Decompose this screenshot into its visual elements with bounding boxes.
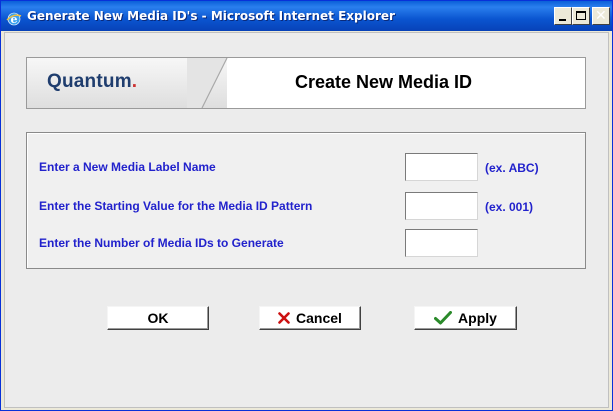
quantum-logo: Quantum. — [47, 71, 137, 93]
apply-button[interactable]: Apply — [414, 306, 517, 330]
window-controls: ✕ — [554, 7, 610, 25]
ie-icon: e — [6, 8, 22, 26]
media-id-form: Enter a New Media Label Name (ex. ABC) E… — [26, 132, 586, 269]
count-row: Enter the Number of Media IDs to Generat… — [39, 229, 579, 257]
header-banner: Quantum. Create New Media ID — [26, 57, 586, 109]
count-input[interactable] — [405, 229, 478, 257]
page-content: Quantum. Create New Media ID Enter a New… — [4, 32, 609, 408]
apply-label: Apply — [458, 310, 497, 326]
label-name-label: Enter a New Media Label Name — [39, 160, 216, 174]
window-title: Generate New Media ID's - Microsoft Inte… — [27, 9, 395, 23]
maximize-icon — [576, 11, 586, 20]
label-name-row: Enter a New Media Label Name (ex. ABC) — [39, 153, 579, 181]
title-bar[interactable]: e Generate New Media ID's - Microsoft In… — [1, 1, 612, 31]
minimize-button[interactable] — [554, 7, 572, 25]
browser-window: e Generate New Media ID's - Microsoft In… — [0, 0, 613, 411]
maximize-button[interactable] — [572, 7, 590, 25]
ok-label: OK — [147, 310, 169, 326]
checkmark-icon — [434, 311, 453, 325]
divider-slash — [187, 58, 228, 108]
cancel-button[interactable]: Cancel — [259, 306, 361, 330]
ok-button[interactable]: OK — [107, 306, 209, 330]
starting-value-row: Enter the Starting Value for the Media I… — [39, 192, 579, 220]
minimize-icon — [559, 19, 566, 21]
starting-value-label: Enter the Starting Value for the Media I… — [39, 199, 313, 213]
logo-dot: . — [131, 71, 138, 92]
label-name-example: (ex. ABC) — [485, 161, 539, 175]
close-icon: ✕ — [595, 8, 607, 24]
count-label: Enter the Number of Media IDs to Generat… — [39, 236, 284, 250]
label-name-input[interactable] — [405, 153, 478, 181]
logo-text: Quantum — [47, 71, 132, 92]
starting-value-input[interactable] — [405, 192, 478, 220]
page-title: Create New Media ID — [295, 72, 473, 92]
cancel-label: Cancel — [296, 310, 342, 326]
close-button[interactable]: ✕ — [592, 7, 610, 25]
x-icon — [278, 312, 290, 324]
starting-value-example: (ex. 001) — [485, 200, 534, 214]
